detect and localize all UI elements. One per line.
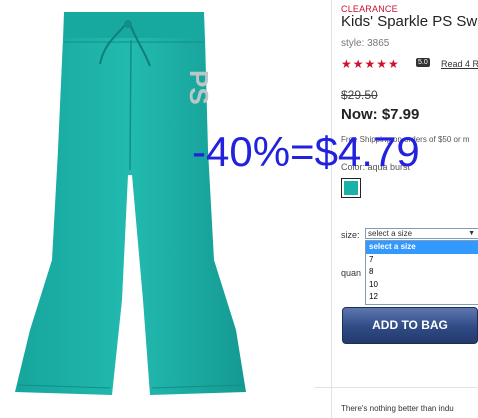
chevron-down-icon: ▼	[468, 230, 475, 237]
size-option-10[interactable]: 10	[366, 279, 478, 292]
original-price: $29.50	[341, 88, 378, 102]
vertical-divider	[331, 0, 332, 418]
product-description: There's nothing better than indu	[341, 404, 454, 413]
rating-score-badge: 5.0	[416, 58, 430, 67]
size-dropdown-list: select a size 7 8 10 12	[365, 240, 478, 305]
product-info-panel: CLEARANCE Kids' Sparkle PS Sw style: 386…	[341, 0, 478, 418]
add-to-bag-button[interactable]: ADD TO BAG	[342, 307, 478, 344]
size-option-placeholder[interactable]: select a size	[366, 241, 478, 254]
sweatpants-illustration: PS	[15, 12, 246, 395]
size-option-7[interactable]: 7	[366, 254, 478, 267]
product-title: Kids' Sparkle PS Sw	[341, 13, 478, 30]
size-option-12[interactable]: 12	[366, 291, 478, 304]
product-image: PS	[0, 0, 320, 418]
size-select-value: select a size	[368, 229, 413, 238]
size-select[interactable]: select a size ▼	[365, 228, 478, 239]
rating-stars: ★★★★★	[341, 57, 400, 71]
discount-overlay-text: -40%=$4.79	[192, 128, 420, 175]
quantity-label: quan	[341, 268, 362, 278]
waistband	[63, 12, 205, 40]
style-number: style: 3865	[341, 38, 390, 49]
color-swatch-aqua-burst[interactable]	[341, 178, 361, 198]
ps-logo: PS	[184, 70, 214, 105]
swatch-fill	[344, 181, 358, 195]
size-option-8[interactable]: 8	[366, 266, 478, 279]
sale-price: Now: $7.99	[341, 106, 420, 123]
size-label: size:	[341, 230, 360, 240]
read-reviews-link[interactable]: Read 4 R	[441, 59, 478, 69]
